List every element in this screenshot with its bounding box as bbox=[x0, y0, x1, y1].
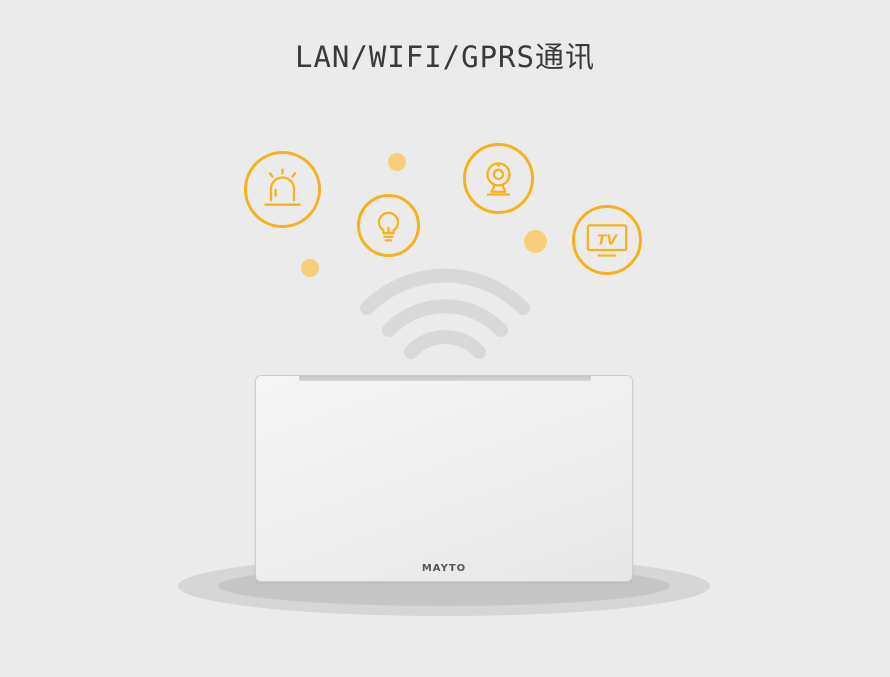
brand-logo: MAYTO bbox=[421, 563, 467, 574]
webcam-icon bbox=[463, 143, 534, 214]
tv-label: TV bbox=[597, 233, 618, 249]
decor-dot bbox=[388, 153, 406, 171]
light-bulb-icon bbox=[357, 194, 420, 257]
alarm-icon bbox=[244, 151, 321, 228]
panel-top-bar bbox=[299, 376, 591, 381]
decor-dot bbox=[301, 259, 319, 277]
tv-icon: TV bbox=[572, 205, 642, 275]
heater-panel: MAYTO bbox=[255, 375, 633, 582]
wifi-icon bbox=[360, 268, 530, 359]
decor-dot bbox=[524, 230, 547, 253]
page-title: LAN/WIFI/GPRS通讯 bbox=[295, 40, 595, 74]
